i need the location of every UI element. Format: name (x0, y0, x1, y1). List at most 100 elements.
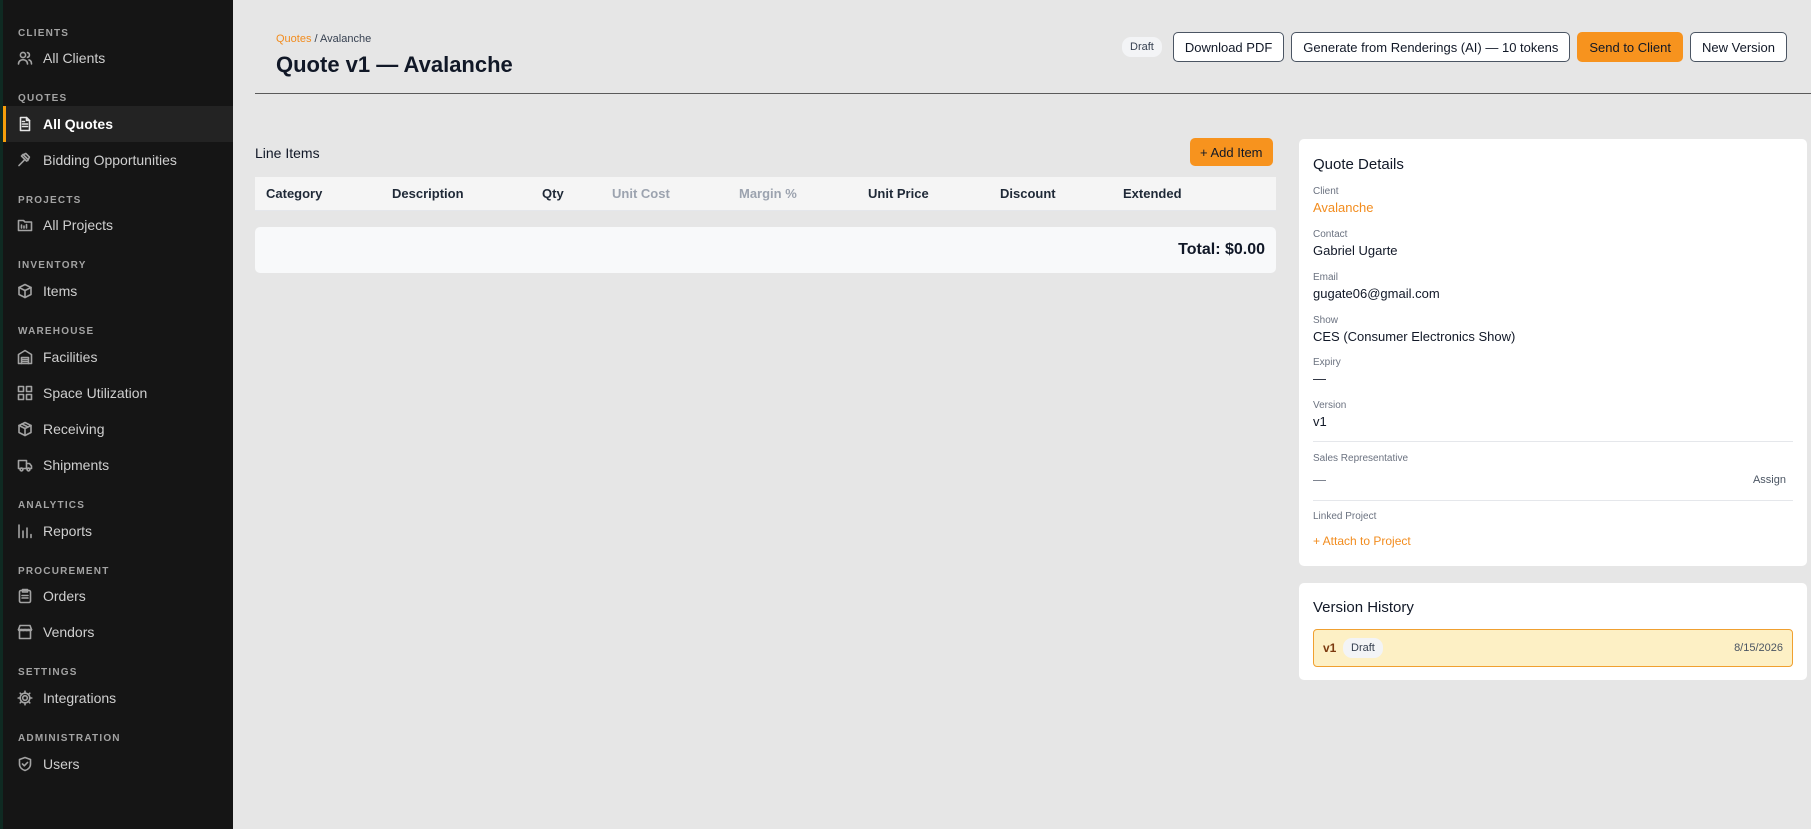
version-history-card: Version History v1 Draft 8/15/2026 (1299, 583, 1807, 680)
linked-project-label: Linked Project (1313, 511, 1377, 522)
breadcrumb-separator: / (314, 33, 318, 45)
sidebar-item-all-quotes[interactable]: All Quotes (3, 106, 233, 142)
sidebar-item-label: Users (43, 756, 80, 772)
client-link[interactable]: Avalanche (1313, 200, 1373, 215)
document-icon (17, 116, 33, 132)
download-pdf-button[interactable]: Download PDF (1172, 32, 1285, 62)
section-label-analytics: ANALYTICS (18, 500, 86, 511)
column-header-unit-cost: Unit Cost (612, 186, 670, 201)
sidebar-item-space-utilization[interactable]: Space Utilization (3, 375, 233, 411)
section-label-procurement: PROCUREMENT (18, 566, 110, 577)
show-value: CES (Consumer Electronics Show) (1313, 329, 1516, 344)
sidebar-item-receiving[interactable]: Receiving (3, 411, 233, 447)
sidebar-item-label: All Clients (43, 50, 106, 66)
users-icon (17, 50, 33, 66)
column-header-category: Category (266, 186, 323, 201)
sidebar: CLIENTS All Clients QUOTES All Quotes Bi… (0, 0, 233, 829)
sidebar-item-label: Items (43, 283, 78, 299)
shield-icon (17, 756, 33, 772)
store-icon (17, 624, 33, 640)
sidebar-item-label: All Projects (43, 217, 114, 233)
version-date: 8/15/2026 (1734, 642, 1783, 654)
contact-value: Gabriel Ugarte (1313, 243, 1398, 258)
email-label: Email (1313, 272, 1339, 283)
sidebar-item-label: Shipments (43, 457, 110, 473)
column-header-margin: Margin % (739, 186, 797, 201)
column-header-qty: Qty (542, 186, 564, 201)
sidebar-item-facilities[interactable]: Facilities (3, 339, 233, 375)
sidebar-item-label: All Quotes (43, 116, 114, 132)
page-title: Quote v1 — Avalanche (276, 52, 513, 77)
sidebar-item-label: Bidding Opportunities (43, 152, 177, 168)
assign-sales-rep-button[interactable]: Assign (1753, 474, 1786, 486)
total-summary: Total: $0.00 (255, 227, 1276, 273)
send-to-client-button[interactable]: Send to Client (1577, 32, 1684, 62)
section-label-warehouse: WAREHOUSE (18, 326, 95, 337)
details-divider (1313, 441, 1793, 442)
bar-chart-icon (17, 523, 33, 539)
package-icon (17, 421, 33, 437)
sidebar-item-orders[interactable]: Orders (3, 578, 233, 614)
building-icon (17, 349, 33, 365)
version-number: v1 (1323, 641, 1337, 655)
status-badge: Draft (1122, 37, 1162, 57)
header-actions: Draft Download PDF Generate from Renderi… (1122, 32, 1787, 62)
section-label-quotes: QUOTES (18, 93, 68, 104)
version-value: v1 (1313, 414, 1327, 429)
section-label-inventory: INVENTORY (18, 260, 87, 271)
breadcrumb-current: Avalanche (320, 33, 372, 45)
breadcrumb: Quotes / Avalanche (276, 33, 371, 45)
sidebar-item-vendors[interactable]: Vendors (3, 614, 233, 650)
sales-rep-value: — (1313, 472, 1326, 487)
sidebar-item-users[interactable]: Users (3, 746, 233, 782)
column-header-discount: Discount (1000, 186, 1056, 201)
version-status-badge: Draft (1343, 638, 1383, 658)
sidebar-item-label: Reports (43, 523, 93, 539)
version-label: Version (1313, 400, 1347, 411)
expiry-value: — (1313, 371, 1326, 386)
line-items-title: Line Items (255, 145, 320, 161)
sidebar-item-all-projects[interactable]: All Projects (3, 207, 233, 243)
section-label-projects: PROJECTS (18, 195, 82, 206)
sidebar-item-label: Vendors (43, 624, 95, 640)
clipboard-icon (17, 588, 33, 604)
sidebar-item-bidding-opportunities[interactable]: Bidding Opportunities (3, 142, 233, 178)
gear-icon (17, 690, 33, 706)
sidebar-item-items[interactable]: Items (3, 273, 233, 309)
contact-label: Contact (1313, 229, 1348, 240)
folder-icon (17, 217, 33, 233)
line-items-table-header: Category Description Qty Unit Cost Margi… (255, 177, 1276, 211)
quote-details-title: Quote Details (1313, 156, 1404, 173)
column-header-unit-price: Unit Price (868, 186, 929, 201)
add-item-button[interactable]: + Add Item (1190, 138, 1273, 166)
column-header-description: Description (392, 186, 464, 201)
attach-to-project-link[interactable]: + Attach to Project (1313, 534, 1411, 548)
generate-from-renderings-button[interactable]: Generate from Renderings (AI) — 10 token… (1291, 32, 1571, 62)
sidebar-item-label: Orders (43, 588, 86, 604)
sales-rep-label: Sales Representative (1313, 453, 1409, 464)
sidebar-item-shipments[interactable]: Shipments (3, 447, 233, 483)
sidebar-item-label: Integrations (43, 690, 117, 706)
show-label: Show (1313, 315, 1339, 326)
sidebar-item-label: Space Utilization (43, 385, 148, 401)
new-version-button[interactable]: New Version (1690, 32, 1787, 62)
section-label-administration: ADMINISTRATION (18, 733, 121, 744)
details-divider (1313, 500, 1793, 501)
column-header-extended: Extended (1123, 186, 1182, 201)
sidebar-item-label: Facilities (43, 349, 98, 365)
expiry-label: Expiry (1313, 357, 1341, 368)
section-label-settings: SETTINGS (18, 667, 78, 678)
sidebar-item-all-clients[interactable]: All Clients (3, 40, 233, 76)
sidebar-item-integrations[interactable]: Integrations (3, 680, 233, 716)
grid-icon (17, 385, 33, 401)
version-history-item[interactable]: v1 Draft 8/15/2026 (1313, 629, 1793, 667)
client-label: Client (1313, 186, 1339, 197)
sidebar-item-reports[interactable]: Reports (3, 513, 233, 549)
section-label-clients: CLIENTS (18, 28, 70, 39)
email-value: gugate06@gmail.com (1313, 286, 1440, 301)
total-amount: Total: $0.00 (1178, 241, 1265, 258)
box-icon (17, 283, 33, 299)
gavel-icon (17, 152, 33, 168)
breadcrumb-link-quotes[interactable]: Quotes (276, 33, 311, 45)
sidebar-item-label: Receiving (43, 421, 105, 437)
